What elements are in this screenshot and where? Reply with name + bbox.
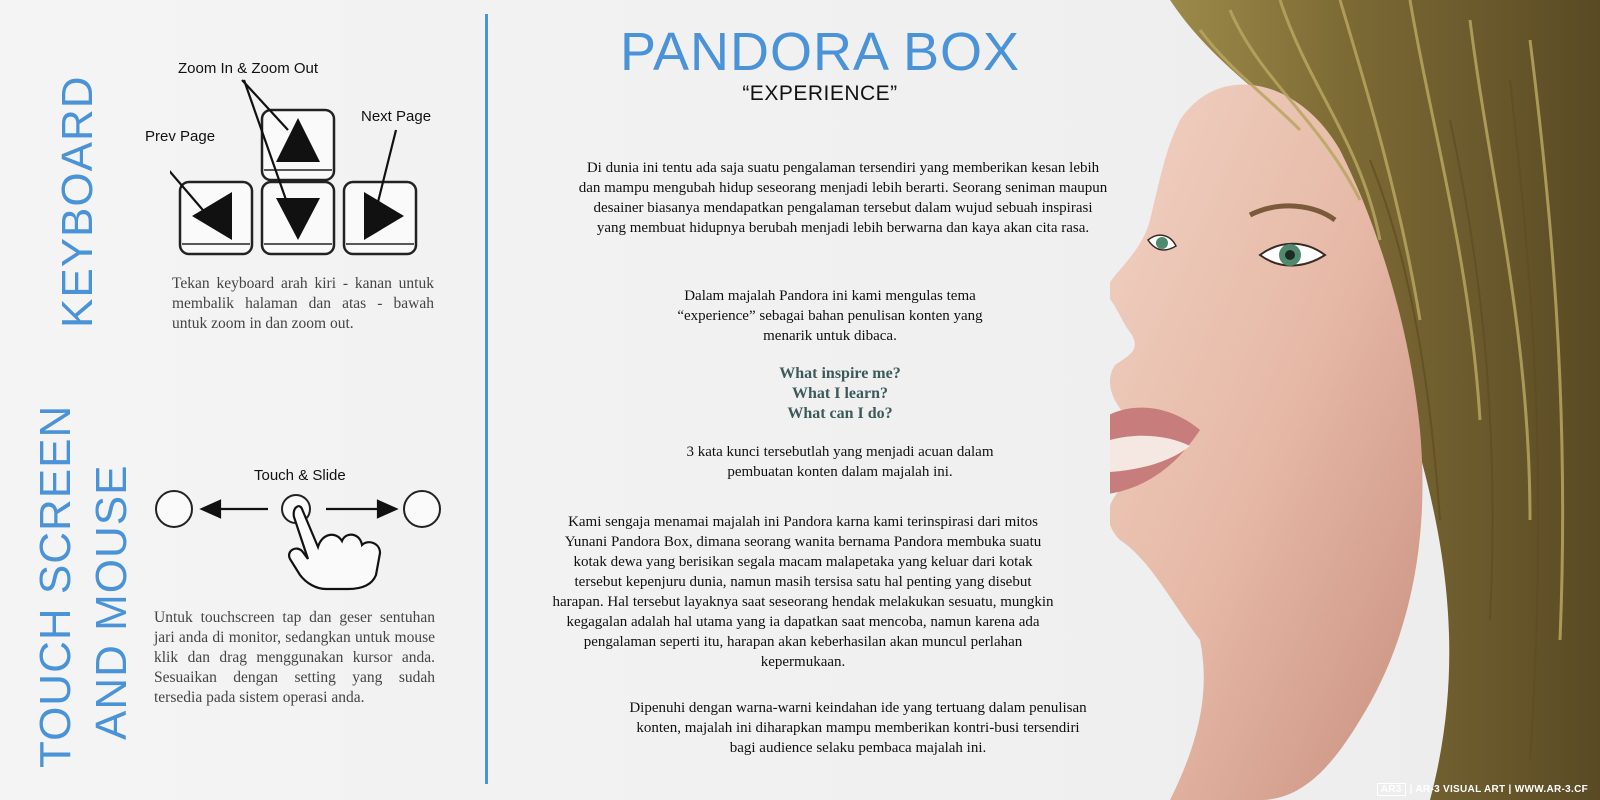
column-divider: [485, 14, 488, 784]
touch-slide-diagram: [155, 490, 441, 591]
touch-title-line2: AND MOUSE: [87, 464, 136, 740]
touch-description: Untuk touchscreen tap dan geser sentuhan…: [154, 609, 435, 706]
theme-paragraph: Dalam majalah Pandora ini kami mengulas …: [677, 288, 983, 344]
question-1: What inspire me?: [779, 365, 901, 382]
portrait-illustration: [1110, 0, 1600, 800]
hand-pointer-icon: [288, 505, 382, 591]
footer-text: | AR-3 VISUAL ART | WWW.AR-3.CF: [1409, 784, 1588, 795]
keywords-paragraph: 3 kata kunci tersebutlah yang menjadi ac…: [686, 444, 994, 480]
keyboard-title: KEYBOARD: [53, 75, 102, 328]
left-dot-icon: [155, 490, 193, 528]
magazine-subtitle: “EXPERIENCE”: [742, 82, 898, 105]
pandora-paragraph: Kami sengaja menamai majalah ini Pandora…: [552, 514, 1054, 670]
page: KEYBOARD Zoom In & Zoom Out Prev Page Ne…: [0, 0, 1600, 800]
arrow-keys-diagram: [170, 79, 418, 256]
touch-slide-label: Touch & Slide: [254, 467, 346, 484]
question-3: What can I do?: [787, 405, 893, 422]
brand-logo: AR3: [1376, 783, 1406, 796]
magazine-title: PANDORA BOX: [619, 22, 1021, 82]
intro-paragraph: Di dunia ini tentu ada saja suatu pengal…: [578, 160, 1108, 236]
keyboard-description: Tekan keyboard arah kiri - kanan untuk m…: [172, 275, 434, 332]
arrow-right-icon: [376, 499, 399, 519]
arrow-left-icon: [199, 499, 222, 519]
footer-credit: AR3 | AR-3 VISUAL ART | WWW.AR-3.CF: [1376, 783, 1588, 796]
touch-title-line1: TOUCH SCREEN: [31, 404, 80, 768]
question-2: What I learn?: [792, 385, 888, 402]
right-dot-icon: [403, 490, 441, 528]
closing-paragraph: Dipenuhi dengan warna-warni keindahan id…: [629, 700, 1087, 756]
